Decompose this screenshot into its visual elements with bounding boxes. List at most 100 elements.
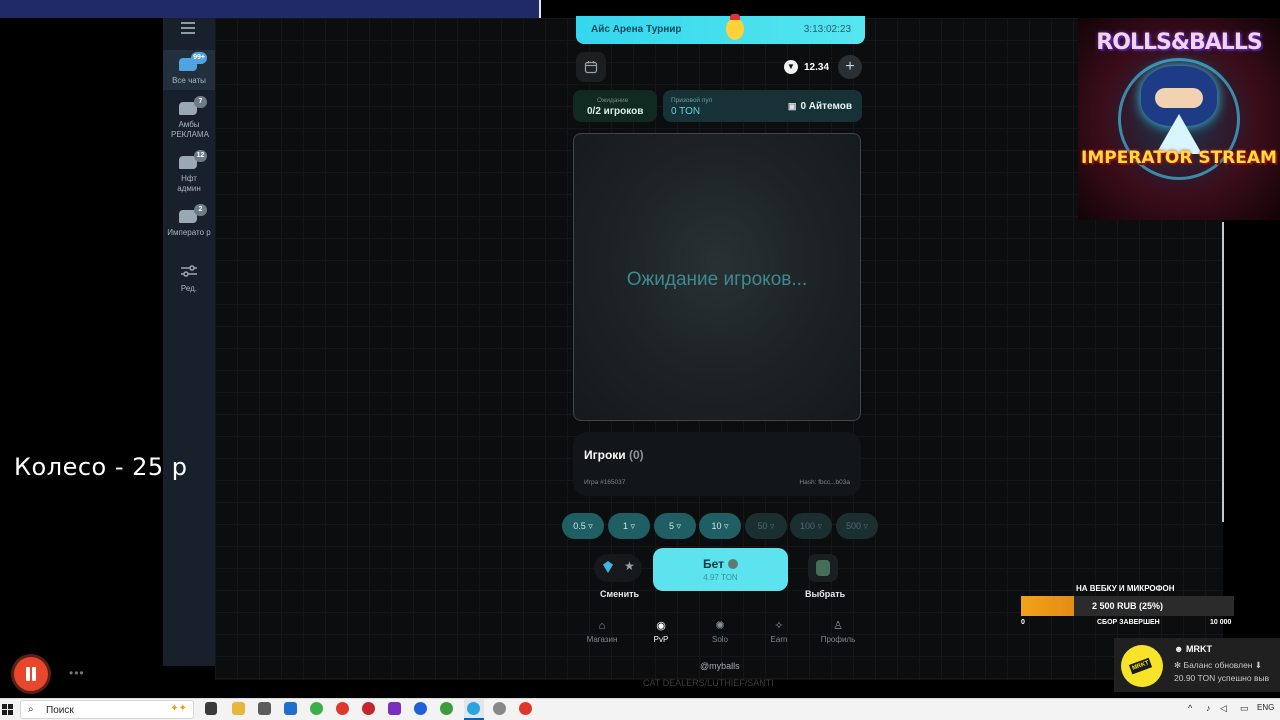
nav-solo[interactable]: ✺ Solo (690, 619, 750, 644)
star-icon: ★ (624, 559, 635, 573)
folder-nft-admin[interactable]: 12 Нфт админ (163, 150, 215, 194)
bet-chip-5[interactable]: 5 ▿ (654, 513, 696, 539)
shop-icon: ⌂ (598, 620, 606, 632)
hamburger-menu-icon[interactable] (181, 22, 195, 34)
players-panel: Игроки (0) Игра #165037 Hash: fbcc...b03… (573, 432, 861, 496)
screen: 99+ Все чаты 7 Амбы РЕКЛАМА 12 Нфт админ… (0, 0, 1280, 720)
bet-button-amount: 4.97 TON (703, 573, 738, 582)
top-up-button[interactable]: + (838, 55, 862, 79)
notification-line-2: 20.90 TON успешно выв (1174, 673, 1270, 683)
nav-earn[interactable]: ✧ Earn (749, 619, 809, 644)
switch-currency-toggle[interactable]: ★ (594, 554, 642, 582)
bet-chip-0-5[interactable]: 0.5 ▿ (562, 513, 604, 539)
tray-battery-icon[interactable]: ▭ (1240, 703, 1249, 714)
nav-profile[interactable]: ♙ Профиль (808, 619, 868, 644)
calendar-button[interactable] (576, 52, 606, 82)
sliders-icon (179, 264, 199, 280)
sparkle-icon: ✦✦ (170, 703, 187, 714)
bet-chip-10[interactable]: 10 ▿ (699, 513, 741, 539)
file-explorer-icon[interactable] (232, 702, 245, 715)
donation-status: СБОР ЗАВЕРШЕН (1097, 619, 1160, 626)
opera-icon[interactable] (362, 702, 375, 715)
telegram-icon[interactable] (467, 702, 480, 715)
stream-logo-art: ROLLS&BALLS IMPERATOR STREAM (1078, 18, 1280, 220)
folder-label: Все чаты (172, 76, 206, 85)
folder-edit[interactable]: Ред. (163, 264, 215, 294)
donation-min: 0 (1021, 619, 1025, 626)
chat-bubble-icon: 99+ (179, 52, 207, 72)
balance-display: ▼ 12.34 (784, 54, 829, 80)
bet-chip-500[interactable]: 500 ▿ (836, 513, 878, 539)
donation-progress-bar: 2 500 RUB (25%) (1021, 596, 1234, 616)
folder-imperator[interactable]: 2 Императо р (163, 204, 215, 238)
game-hash[interactable]: Hash: fbcc...b03a (799, 479, 850, 486)
folder-label: Амбы РЕКЛАМА (171, 120, 209, 139)
app-icon-1[interactable] (258, 702, 271, 715)
task-view-icon[interactable] (205, 702, 217, 715)
stream-logo-bottom: IMPERATOR STREAM (1081, 148, 1277, 168)
waiting-label: Ожидание (597, 97, 629, 104)
switch-label[interactable]: Сменить (600, 589, 639, 599)
bot-handle: @myballs (700, 661, 740, 671)
bet-button[interactable]: Бет 4.97 TON (653, 548, 788, 591)
pick-item-button[interactable] (808, 554, 838, 582)
notification-line-1: ✻ Баланс обновлен ⬇ (1174, 660, 1262, 670)
waiting-card: Ожидание 0/2 игроков (573, 90, 657, 122)
balance-value: 12.34 (804, 61, 830, 73)
folder-all-chats[interactable]: 99+ Все чаты (163, 50, 215, 90)
chrome-icon[interactable] (310, 702, 323, 715)
keyboard-language[interactable]: ENG (1257, 703, 1274, 712)
pause-button[interactable] (14, 657, 48, 691)
tournament-title: Айс Арена Турнир (591, 24, 682, 35)
unread-badge: 12 (194, 150, 207, 162)
unread-badge: 7 (194, 96, 207, 108)
ton-icon: ▼ (784, 60, 798, 74)
prize-items-count: 0 Айтемов (788, 101, 852, 112)
app-icon-4[interactable] (440, 702, 453, 715)
notification-toast[interactable]: ☻ MRKT ✻ Баланс обновлен ⬇ 20.90 TON усп… (1114, 638, 1280, 692)
stream-logo-top: ROLLS&BALLS (1096, 30, 1262, 55)
gem-icon (603, 561, 613, 573)
donation-max: 10 000 (1210, 619, 1232, 626)
notification-app: ☻ MRKT (1174, 644, 1212, 654)
prize-pool-value: 0 TON (671, 106, 701, 117)
duck-mascot-icon (726, 14, 744, 40)
search-icon: ⌕ (28, 704, 34, 715)
app-icon-2[interactable] (388, 702, 401, 715)
tray-mic-icon[interactable]: ♪ (1206, 703, 1211, 713)
bet-chip-1[interactable]: 1 ▿ (608, 513, 650, 539)
bet-button-label: Бет (653, 557, 788, 571)
yandex-browser-icon[interactable] (519, 702, 532, 715)
nav-shop[interactable]: ⌂ Магазин (572, 619, 632, 644)
tray-chevron-icon[interactable]: ^ (1188, 703, 1192, 713)
app-icon-5[interactable] (493, 702, 506, 715)
bet-chip-50[interactable]: 50 ▿ (745, 513, 787, 539)
yandex-icon[interactable] (336, 702, 349, 715)
prize-pool-label: Призовой пул (671, 97, 713, 104)
calendar-icon (584, 61, 598, 74)
nav-pvp[interactable]: ◉ PvP (631, 619, 691, 644)
windows-start-icon[interactable] (2, 704, 13, 715)
mrkt-logo-icon (1121, 645, 1163, 687)
app-icon-3[interactable] (414, 702, 427, 715)
bet-chip-100[interactable]: 100 ▿ (790, 513, 832, 539)
unread-badge: 99+ (191, 52, 207, 64)
more-options-icon[interactable]: ••• (69, 666, 85, 680)
chat-bubble-icon: 2 (179, 204, 207, 224)
tournament-timer: 3:13:02:23 (803, 24, 851, 35)
chat-bubble-icon: 7 (179, 96, 207, 116)
folder-label: Ред. (180, 284, 198, 293)
taskbar-search[interactable]: ⌕ Поиск ✦✦ (20, 700, 194, 719)
profile-icon: ♙ (833, 620, 843, 632)
pick-label[interactable]: Выбрать (805, 589, 845, 599)
tray-volume-icon[interactable]: ◁ (1220, 703, 1227, 714)
scrollbar[interactable] (1222, 222, 1224, 522)
tournament-banner[interactable]: Айс Арена Турнир 3:13:02:23 (576, 14, 865, 44)
outlook-icon[interactable] (284, 702, 297, 715)
folder-label: Императо р (167, 228, 211, 237)
folder-amby-ads[interactable]: 7 Амбы РЕКЛАМА (163, 96, 215, 140)
windows-taskbar: ⌕ Поиск ✦✦ ^ ♪ ◁ ▭ ENG (0, 698, 1280, 720)
game-arena: Ожидание игроков... (573, 133, 861, 421)
donation-goal-title: НА ВЕБКУ И МИКРОФОН (1076, 584, 1175, 593)
search-placeholder: Поиск (46, 705, 74, 716)
